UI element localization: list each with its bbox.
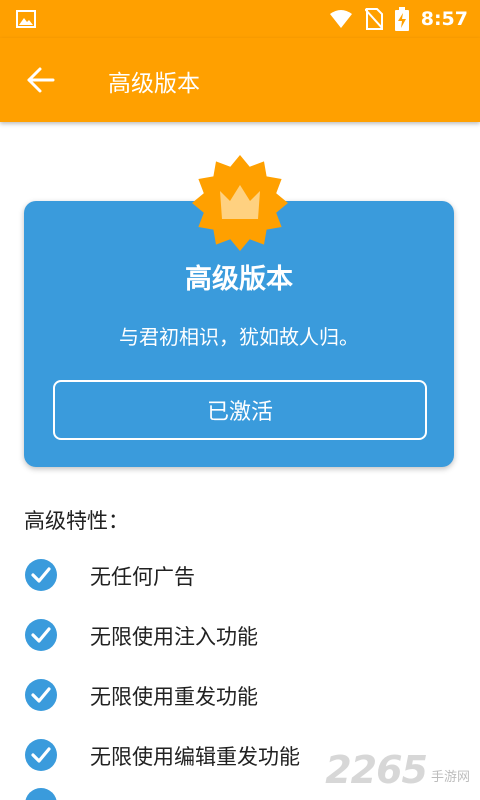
feature-label: 无限使用重发功能 [90,685,258,709]
list-item: 无任何广告 [0,545,480,605]
page-title: 高级版本 [108,71,200,97]
watermark-site: 手游网 [430,769,470,785]
wifi-icon [329,10,352,28]
check-circle-icon [25,559,57,591]
app-bar: 高级版本 [0,38,480,122]
check-circle-icon [25,739,57,771]
crown-badge-icon [192,155,288,251]
status-bar: 8:57 [0,0,480,38]
feature-label: 无限使用注入功能 [90,625,258,649]
features-heading: 高级特性： [24,509,129,533]
activated-button[interactable]: 已激活 [53,380,427,440]
watermark-digits: 2265 [325,748,428,792]
back-arrow-icon[interactable] [26,66,56,94]
image-notification-icon [16,10,36,28]
check-circle-icon [25,619,57,651]
status-time: 8:57 [420,8,468,30]
check-circle-icon [25,679,57,711]
watermark-logo: 2265 手游网 [325,748,470,792]
feature-label: 无限使用编辑重发功能 [90,745,300,769]
premium-card-subtitle: 与君初相识，犹如故人归。 [119,325,359,349]
premium-card-title: 高级版本 [185,264,293,295]
battery-charging-icon [394,7,409,31]
list-item: 无限使用注入功能 [0,605,480,665]
list-item: 无限使用重发功能 [0,665,480,725]
check-circle-icon [25,788,57,800]
no-sim-icon [364,8,383,30]
feature-label: 无任何广告 [90,565,195,589]
